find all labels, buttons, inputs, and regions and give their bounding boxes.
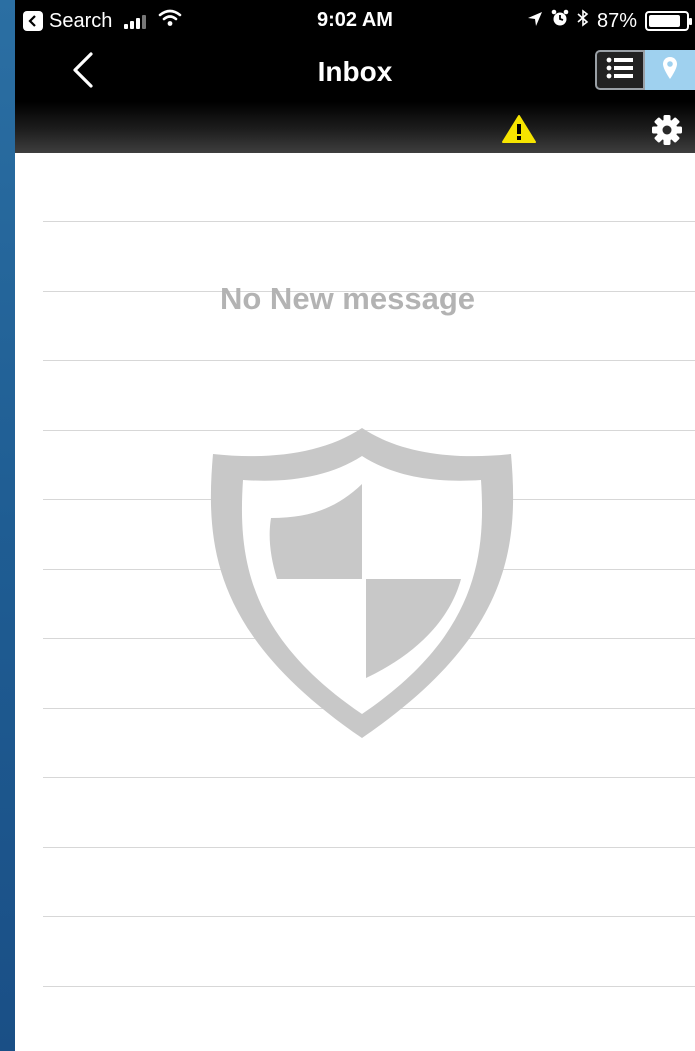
- list-divider: [43, 847, 695, 848]
- status-bar: Search 9:02 AM 87%: [15, 0, 695, 42]
- phone-screen: Search 9:02 AM 87% Inbox No New message: [15, 0, 695, 1051]
- alarm-icon: [551, 9, 569, 33]
- list-divider: [43, 986, 695, 987]
- shield-icon: [205, 426, 525, 745]
- battery-icon: [645, 11, 692, 31]
- nav-bar: Inbox: [15, 42, 695, 102]
- battery-percent: 87%: [596, 9, 637, 32]
- location-arrow-icon: [527, 10, 543, 33]
- list-divider: [43, 360, 695, 361]
- map-pin-icon: [662, 56, 678, 85]
- status-right: 87%: [527, 9, 692, 33]
- map-view-button[interactable]: [645, 50, 695, 90]
- warning-icon: [501, 115, 537, 148]
- bluetooth-icon: [577, 9, 589, 33]
- empty-inbox-message: No New message: [220, 281, 475, 316]
- action-bar: [15, 102, 695, 153]
- alerts-button[interactable]: [501, 114, 537, 144]
- list-divider: [43, 916, 695, 917]
- list-divider: [43, 221, 695, 222]
- view-mode-switch: [595, 50, 695, 90]
- inbox-list[interactable]: No New message: [15, 153, 695, 1051]
- list-divider: [43, 777, 695, 778]
- list-view-button[interactable]: [595, 50, 645, 90]
- gear-icon: [651, 115, 683, 150]
- settings-button[interactable]: [651, 114, 683, 146]
- page-title: Inbox: [317, 56, 393, 87]
- list-icon: [606, 57, 634, 84]
